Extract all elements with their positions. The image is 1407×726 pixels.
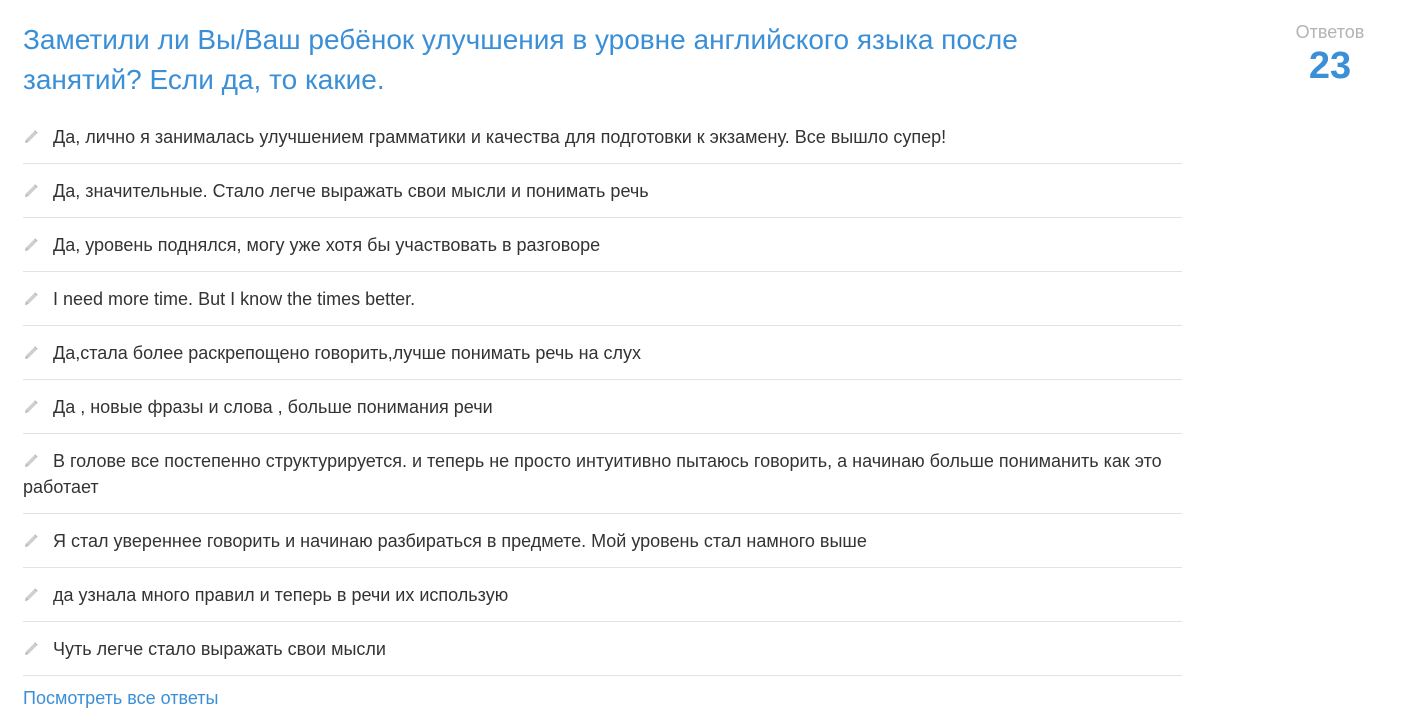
pencil-icon [23, 533, 39, 549]
pencil-icon [23, 183, 39, 199]
survey-question-card: Заметили ли Вы/Ваш ребёнок улучшения в у… [0, 0, 1407, 726]
answer-item: Чуть легче стало выражать свои мысли [23, 622, 1182, 676]
answer-count-value: 23 [1308, 45, 1352, 87]
answer-item: I need more time. But I know the times b… [23, 272, 1182, 326]
pencil-icon [23, 587, 39, 603]
answer-text: Да, лично я занималась улучшением грамма… [53, 127, 947, 147]
pencil-icon [23, 237, 39, 253]
answer-text: Да, значительные. Стало легче выражать с… [53, 181, 649, 201]
answer-text: Да,стала более раскрепощено говорить,луч… [53, 343, 642, 363]
pencil-icon [23, 129, 39, 145]
pencil-icon [23, 345, 39, 361]
pencil-icon [23, 453, 39, 469]
pencil-icon [23, 291, 39, 307]
answer-item: Да, значительные. Стало легче выражать с… [23, 164, 1182, 218]
answer-item: Да,стала более раскрепощено говорить,луч… [23, 326, 1182, 380]
answer-item: В голове все постепенно структурируется.… [23, 434, 1182, 514]
answer-text: В голове все постепенно структурируется.… [23, 451, 1162, 497]
answer-item: Да, лично я занималась улучшением грамма… [23, 110, 1182, 164]
answer-item: Я стал увереннее говорить и начинаю разб… [23, 514, 1182, 568]
answer-item: Да , новые фразы и слова , больше понима… [23, 380, 1182, 434]
answer-item: да узнала много правил и теперь в речи и… [23, 568, 1182, 622]
question-title: Заметили ли Вы/Ваш ребёнок улучшения в у… [23, 24, 1018, 95]
answer-text: I need more time. But I know the times b… [53, 289, 416, 309]
pencil-icon [23, 399, 39, 415]
pencil-icon [23, 641, 39, 657]
answer-text: Да, уровень поднялся, могу уже хотя бы у… [53, 235, 601, 255]
answer-text: Чуть легче стало выражать свои мысли [53, 639, 386, 659]
answer-text: Да , новые фразы и слова , больше понима… [53, 397, 493, 417]
view-all-answers-link[interactable]: Посмотреть все ответы [23, 686, 218, 710]
answer-text: да узнала много правил и теперь в речи и… [53, 585, 509, 605]
answer-item: Да, уровень поднялся, могу уже хотя бы у… [23, 218, 1182, 272]
answer-text: Я стал увереннее говорить и начинаю разб… [53, 531, 867, 551]
answer-list: Да, лично я занималась улучшением грамма… [23, 110, 1182, 676]
answer-count-box: Ответов 23 [1270, 20, 1390, 88]
answer-count-label: Ответов [1295, 22, 1365, 42]
